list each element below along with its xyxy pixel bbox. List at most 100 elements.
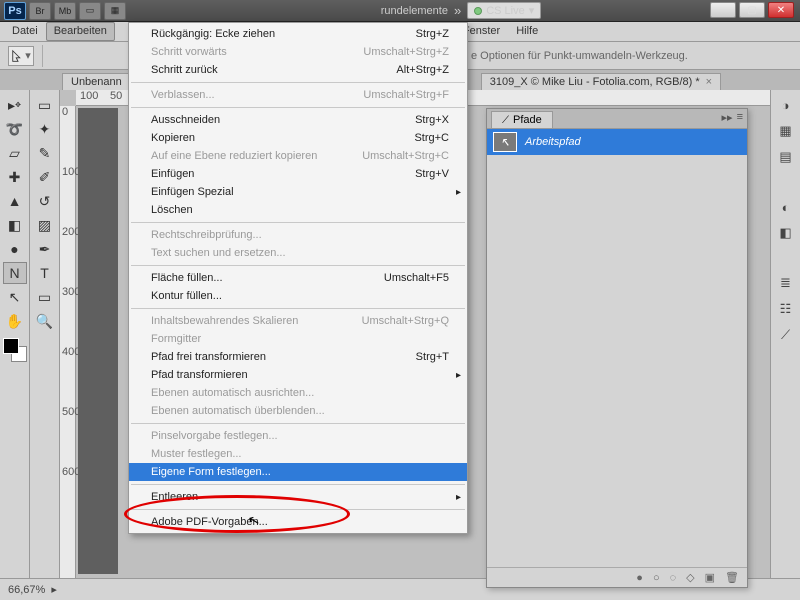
menu-step-backward[interactable]: Schritt zurückAlt+Strg+Z	[129, 61, 467, 79]
doc-tab-2[interactable]: 3109_X © Mike Liu - Fotolia.com, RGB/8) …	[481, 73, 721, 90]
titlebar: Ps Br Mb ▭ ▦ rundelemente » CS Live ▾ — …	[0, 0, 800, 22]
screen-mode-button[interactable]: ▭	[79, 2, 101, 20]
type-tool[interactable]: T	[33, 262, 57, 284]
cslive-button[interactable]: CS Live ▾	[467, 2, 541, 19]
menu-bearbeiten[interactable]: Bearbeiten	[46, 22, 115, 41]
menu-copy[interactable]: KopierenStrg+C	[129, 129, 467, 147]
zoom-field[interactable]: 66,67%	[8, 584, 45, 596]
dodge-tool[interactable]: ●	[3, 238, 27, 260]
paths-panel-icon[interactable]: ⟋	[775, 324, 797, 346]
path-thumbnail: ↖	[493, 132, 517, 152]
menu-purge[interactable]: Entleeren▸	[129, 488, 467, 506]
menu-paste[interactable]: EinfügenStrg+V	[129, 165, 467, 183]
menu-cut[interactable]: AusschneidenStrg+X	[129, 111, 467, 129]
bridge-button[interactable]: Br	[29, 2, 51, 20]
separator	[131, 265, 465, 266]
close-button[interactable]: ✕	[768, 2, 794, 18]
menu-pdf-presets[interactable]: Adobe PDF-Vorgaben...	[129, 513, 467, 531]
foreground-color[interactable]	[3, 338, 19, 354]
menu-find-replace: Text suchen und ersetzen...	[129, 244, 467, 262]
eraser-tool[interactable]: ◧	[3, 214, 27, 236]
menu-define-pattern: Muster festlegen...	[129, 445, 467, 463]
menu-content-aware-scale: Inhaltsbewahrendes SkalierenUmschalt+Str…	[129, 312, 467, 330]
separator	[131, 308, 465, 309]
menu-fade: Verblassen...Umschalt+Strg+F	[129, 86, 467, 104]
move-tool[interactable]: ▸✥	[3, 94, 27, 116]
lasso-tool[interactable]: ➰	[3, 118, 27, 140]
menu-transform-path[interactable]: Pfad transformieren▸	[129, 366, 467, 384]
document-canvas[interactable]	[78, 108, 118, 574]
masks-panel-icon[interactable]: ◧	[775, 222, 797, 244]
convert-point-tool[interactable]: N	[3, 262, 27, 284]
color-panel-icon[interactable]: ◑	[775, 94, 797, 116]
layers-panel-icon[interactable]: ≣	[775, 272, 797, 294]
panel-collapse-icon[interactable]: ▸▸	[722, 111, 733, 124]
menu-paste-special[interactable]: Einfügen Spezial▸	[129, 183, 467, 201]
paths-tab[interactable]: ⟋ Pfade	[491, 111, 553, 128]
menu-spellcheck: Rechtschreibprüfung...	[129, 226, 467, 244]
marquee-tool[interactable]: ▭	[33, 94, 57, 116]
fill-path-icon[interactable]: ●	[636, 572, 643, 584]
menu-delete[interactable]: Löschen	[129, 201, 467, 219]
color-swatch[interactable]	[3, 338, 27, 362]
submenu-arrow-icon: ▸	[456, 370, 461, 381]
separator	[131, 509, 465, 510]
path-selection-tool[interactable]: ↖	[3, 286, 27, 308]
adjustments-panel-icon[interactable]: ◐	[775, 196, 797, 218]
magic-wand-tool[interactable]: ✦	[33, 118, 57, 140]
maximize-button[interactable]: ▢	[739, 2, 765, 18]
menu-hilfe[interactable]: Hilfe	[508, 22, 546, 41]
view-extras-button[interactable]: ▦	[104, 2, 126, 20]
make-workpath-icon[interactable]: ◇	[686, 571, 694, 584]
channels-panel-icon[interactable]: ☷	[775, 298, 797, 320]
healing-brush-tool[interactable]: ✚	[3, 166, 27, 188]
gradient-tool[interactable]: ▨	[33, 214, 57, 236]
crop-tool[interactable]: ▱	[3, 142, 27, 164]
clone-stamp-tool[interactable]: ▲	[3, 190, 27, 212]
menu-undo[interactable]: Rückgängig: Ecke ziehenStrg+Z	[129, 25, 467, 43]
delete-path-icon[interactable]: 🗑	[725, 571, 739, 584]
workspace-more-icon[interactable]: »	[454, 3, 461, 18]
minibridge-button[interactable]: Mb	[54, 2, 76, 20]
menu-datei[interactable]: Datei	[4, 22, 46, 41]
convert-point-icon	[11, 49, 25, 63]
app-logo[interactable]: Ps	[4, 2, 26, 20]
menu-copy-merged: Auf eine Ebene reduziert kopierenUmschal…	[129, 147, 467, 165]
eyedropper-tool[interactable]: ✎	[33, 142, 57, 164]
hand-tool[interactable]: ✋	[3, 310, 27, 332]
panel-menu-icon[interactable]: ≡	[737, 111, 743, 124]
workspace-label[interactable]: rundelemente	[381, 5, 448, 17]
separator	[42, 45, 43, 67]
history-brush-tool[interactable]: ↺	[33, 190, 57, 212]
submenu-arrow-icon: ▸	[456, 187, 461, 198]
tool-preset-picker[interactable]: ▾	[8, 46, 34, 66]
menu-step-forward: Schritt vorwärtsUmschalt+Strg+Z	[129, 43, 467, 61]
menu-free-transform-path[interactable]: Pfad frei transformierenStrg+T	[129, 348, 467, 366]
zoom-tool[interactable]: 🔍	[33, 310, 57, 332]
menu-define-custom-shape[interactable]: Eigene Form festlegen...	[129, 463, 467, 481]
shape-tool[interactable]: ▭	[33, 286, 57, 308]
brush-tool[interactable]: ✐	[33, 166, 57, 188]
doc-tab-1[interactable]: Unbenann	[62, 73, 131, 90]
load-selection-icon[interactable]: ◌	[670, 572, 677, 584]
menu-define-brush: Pinselvorgabe festlegen...	[129, 427, 467, 445]
swatches-panel-icon[interactable]: ▦	[775, 120, 797, 142]
minimize-button[interactable]: —	[710, 2, 736, 18]
new-path-icon[interactable]: ▣	[705, 571, 715, 584]
bearbeiten-dropdown: Rückgängig: Ecke ziehenStrg+Z Schritt vo…	[128, 22, 468, 534]
pen-tool[interactable]: ✒	[33, 238, 57, 260]
separator	[131, 423, 465, 424]
menu-fill[interactable]: Fläche füllen...Umschalt+F5	[129, 269, 467, 287]
paths-panel: ⟋ Pfade ▸▸ ≡ ↖ Arbeitspfad ● ○ ◌ ◇ ▣ 🗑	[486, 108, 748, 588]
stroke-path-icon[interactable]: ○	[653, 572, 660, 584]
toolbox-col-b: ▭ ✦ ✎ ✐ ↺ ▨ ✒ T ▭ 🔍	[30, 90, 60, 578]
styles-panel-icon[interactable]: ▤	[775, 146, 797, 168]
hint-text: e Optionen für Punkt-umwandeln-Werkzeug.	[471, 50, 688, 62]
close-icon[interactable]: ×	[706, 76, 712, 88]
status-arrow-icon[interactable]: ▸	[51, 583, 57, 596]
separator	[131, 107, 465, 108]
menu-stroke[interactable]: Kontur füllen...	[129, 287, 467, 305]
right-dock: ◑ ▦ ▤ ◐ ◧ ≣ ☷ ⟋	[770, 90, 800, 578]
paths-panel-footer: ● ○ ◌ ◇ ▣ 🗑	[487, 567, 747, 587]
path-item[interactable]: ↖ Arbeitspfad	[487, 129, 747, 155]
